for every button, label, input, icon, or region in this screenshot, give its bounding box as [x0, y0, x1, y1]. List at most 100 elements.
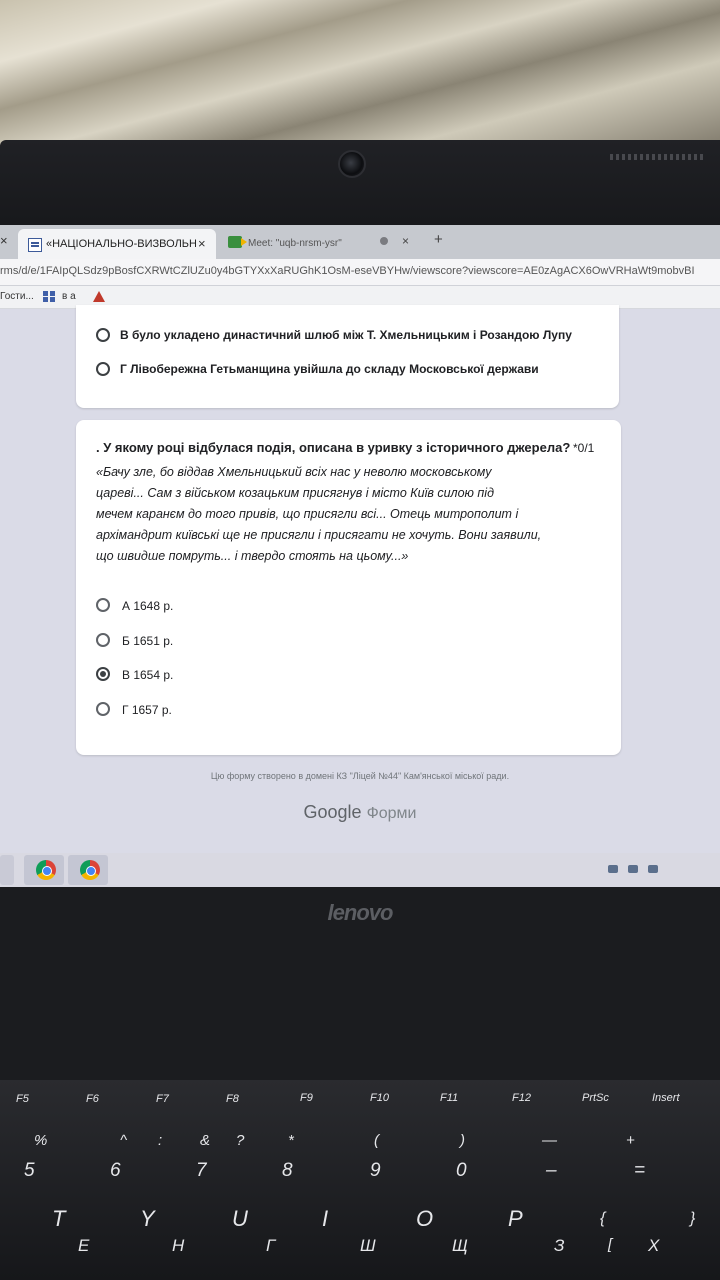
option-label: В було укладено династичний шлюб між Т. … — [120, 328, 572, 342]
key-f11[interactable]: F11 — [440, 1092, 458, 1104]
chrome-icon — [80, 860, 100, 880]
tray-icon[interactable] — [648, 865, 658, 873]
question-title: . У якому році відбулася подія, описана … — [96, 440, 571, 455]
option-label: Г Лівобережна Гетьманщина увійшла до скл… — [120, 362, 539, 376]
address-bar[interactable]: rms/d/e/1FAIpQLSdz9pBosfCXRWtCZlUZu0y4bG… — [0, 259, 720, 286]
google-meet-icon — [228, 236, 247, 248]
key-8[interactable]: 8 — [282, 1160, 293, 1182]
previous-question-card: В було укладено династичний шлюб між Т. … — [76, 305, 619, 408]
quote-line: цареві... Сам з військом козацьким прися… — [96, 486, 494, 500]
taskbar-chrome-profile[interactable] — [68, 855, 108, 885]
key-o[interactable]: O — [416, 1206, 433, 1232]
grid-icon[interactable] — [42, 290, 56, 303]
key-p[interactable]: P — [508, 1206, 523, 1232]
key-ua-bracket[interactable]: [ — [608, 1236, 612, 1253]
lenovo-logo: lenovo — [327, 900, 394, 925]
tab-title: Meet: "uqb-nrsm-ysr" — [248, 238, 342, 249]
chrome-icon — [36, 860, 56, 880]
key-y[interactable]: Y — [140, 1206, 155, 1232]
webcam — [338, 150, 366, 178]
key-symbol[interactable]: : — [158, 1132, 162, 1149]
laptop-screen: × «НАЦІОНАЛЬНО-ВИЗВОЛЬНА В × Meet: "uqb-… — [0, 225, 720, 887]
key-symbol[interactable]: * — [288, 1132, 294, 1149]
option-radio-c[interactable] — [96, 667, 110, 681]
option-radio[interactable] — [96, 362, 110, 376]
key-ua-ye[interactable]: Е — [78, 1236, 89, 1256]
key-i[interactable]: I — [322, 1206, 328, 1232]
prev-tab-close-icon[interactable]: × — [0, 233, 16, 253]
option-radio[interactable] — [96, 328, 110, 342]
key-f5[interactable]: F5 — [16, 1093, 29, 1105]
key-equals[interactable]: = — [634, 1160, 645, 1182]
key-9[interactable]: 9 — [370, 1160, 381, 1182]
option-radio-b[interactable] — [96, 633, 110, 647]
key-ua-en[interactable]: Н — [172, 1236, 184, 1256]
key-symbol[interactable]: ^ — [120, 1132, 127, 1149]
warning-icon[interactable] — [92, 290, 106, 303]
tab-close-icon[interactable]: × — [402, 234, 409, 248]
key-insert[interactable]: Insert — [652, 1092, 680, 1104]
key-symbol[interactable]: — — [542, 1132, 557, 1149]
key-u[interactable]: U — [232, 1206, 248, 1232]
key-bracket-right[interactable]: } — [690, 1210, 695, 1228]
key-ua-ze[interactable]: З — [554, 1236, 564, 1256]
tab-close-icon[interactable]: × — [198, 236, 206, 251]
key-ua-sha[interactable]: Ш — [360, 1236, 376, 1256]
key-symbol[interactable]: + — [626, 1132, 635, 1149]
google-wordmark: Google — [303, 802, 362, 822]
key-6[interactable]: 6 — [110, 1160, 121, 1182]
tab-forms[interactable]: «НАЦІОНАЛЬНО-ВИЗВОЛЬНА В × — [18, 229, 216, 259]
key-ua-shcha[interactable]: Щ — [452, 1236, 468, 1256]
bookmark-guests[interactable]: Гости... — [0, 291, 34, 302]
key-ua-kha[interactable]: Х — [648, 1236, 659, 1256]
key-symbol[interactable]: & — [200, 1132, 210, 1149]
key-f6[interactable]: F6 — [86, 1093, 99, 1105]
key-f9[interactable]: F9 — [300, 1092, 313, 1104]
key-bracket-left[interactable]: { — [600, 1210, 605, 1228]
tab-meet[interactable]: Meet: "uqb-nrsm-ysr" — [228, 229, 418, 257]
question-score: *0/1 — [573, 441, 595, 455]
bookmark-item[interactable]: в а — [62, 291, 76, 302]
google-forms-logo[interactable]: Google Форми — [0, 802, 720, 823]
option-label-b: Б 1651 р. — [122, 634, 174, 648]
key-symbol[interactable]: ? — [236, 1132, 244, 1149]
bezel-vent — [610, 154, 705, 160]
forms-wordmark: Форми — [366, 805, 417, 822]
url-text[interactable]: rms/d/e/1FAIpQLSdz9pBosfCXRWtCZlUZu0y4bG… — [0, 265, 695, 277]
network-icon[interactable] — [608, 865, 618, 873]
key-minus[interactable]: – — [546, 1160, 557, 1182]
start-button[interactable] — [0, 855, 14, 885]
source-quote: «Бачу зле, бо віддав Хмельницький всіх н… — [96, 462, 596, 567]
option-label-c: В 1654 р. — [122, 668, 174, 682]
option-label-d: Г 1657 р. — [122, 703, 172, 717]
key-f8[interactable]: F8 — [226, 1093, 239, 1105]
form-domain-note: Цю форму створено в домені КЗ "Ліцей №44… — [210, 771, 510, 781]
quote-line: що швидше помруть... і твердо стоять на … — [96, 549, 409, 563]
taskbar-chrome[interactable] — [24, 855, 64, 885]
taskbar — [0, 853, 720, 887]
recording-indicator-icon — [380, 237, 388, 245]
key-f10[interactable]: F10 — [370, 1092, 389, 1104]
key-f7[interactable]: F7 — [156, 1093, 169, 1105]
new-tab-button[interactable]: + — [434, 231, 443, 248]
background-room — [0, 0, 720, 150]
key-7[interactable]: 7 — [196, 1160, 207, 1182]
key-f12[interactable]: F12 — [512, 1092, 531, 1104]
key-symbol[interactable]: ) — [460, 1132, 465, 1149]
quote-line: мечем каранєм до того привів, що присягл… — [96, 507, 519, 521]
key-t[interactable]: T — [52, 1206, 65, 1232]
key-5[interactable]: 5 — [24, 1160, 35, 1182]
google-forms-icon — [28, 238, 42, 252]
key-symbol[interactable]: ( — [374, 1132, 379, 1149]
option-radio-a[interactable] — [96, 598, 110, 612]
quote-line: «Бачу зле, бо віддав Хмельницький всіх н… — [96, 465, 492, 479]
key-symbol[interactable]: % — [34, 1132, 47, 1149]
key-prtsc[interactable]: PrtSc — [582, 1092, 609, 1104]
tray-icon[interactable] — [628, 865, 638, 873]
browser-tab-bar: × «НАЦІОНАЛЬНО-ВИЗВОЛЬНА В × Meet: "uqb-… — [0, 225, 720, 259]
key-0[interactable]: 0 — [456, 1160, 467, 1182]
question-card: . У якому році відбулася подія, описана … — [76, 420, 621, 755]
option-radio-d[interactable] — [96, 702, 110, 716]
key-ua-he[interactable]: Г — [266, 1236, 275, 1256]
tab-title: «НАЦІОНАЛЬНО-ВИЗВОЛЬНА В — [46, 238, 196, 250]
